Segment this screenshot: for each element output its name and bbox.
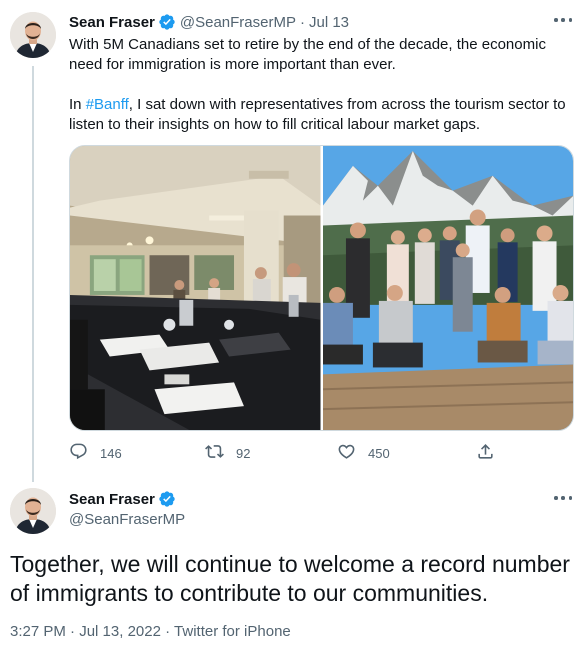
share-button[interactable]	[476, 442, 495, 464]
tweet-header: Sean Fraser @SeanFraserMP	[69, 489, 185, 529]
retweet-icon	[205, 442, 224, 464]
hashtag-link[interactable]: #Banff	[86, 96, 129, 113]
tweet-header: Sean Fraser @SeanFraserMP · Jul 13	[69, 12, 349, 32]
author-name[interactable]: Sean Fraser	[69, 14, 155, 31]
tweet-date[interactable]: Jul 13	[309, 14, 349, 31]
tweet-metadata: 3:27 PM · Jul 13, 2022 · Twitter for iPh…	[10, 623, 291, 640]
media-gallery	[69, 145, 574, 431]
tweet-text: With 5M Canadians set to retire by the e…	[69, 35, 579, 135]
like-count: 450	[368, 445, 390, 461]
separator-dot: ·	[70, 623, 76, 640]
tweet-time[interactable]: 3:27 PM	[10, 623, 66, 640]
retweet-button[interactable]: 92	[205, 442, 250, 464]
reply-count: 146	[100, 445, 122, 461]
more-options-icon[interactable]	[552, 488, 574, 508]
author-name[interactable]: Sean Fraser	[69, 491, 155, 508]
avatar[interactable]	[10, 488, 56, 534]
tweet-text: Together, we will continue to welcome a …	[10, 551, 570, 606]
separator-dot: ·	[165, 623, 171, 640]
like-icon	[337, 442, 356, 464]
more-options-icon[interactable]	[552, 10, 574, 30]
tweet-source[interactable]: Twitter for iPhone	[174, 623, 291, 640]
reply-icon	[69, 442, 88, 464]
tweet-paragraph-1: With 5M Canadians set to retire by the e…	[69, 36, 546, 73]
retweet-count: 92	[236, 445, 251, 461]
share-icon	[476, 442, 495, 464]
avatar[interactable]	[10, 12, 56, 58]
thread-line	[32, 66, 34, 482]
tweet-full-date[interactable]: Jul 13, 2022	[79, 623, 161, 640]
separator-dot: ·	[300, 13, 305, 31]
photo-meeting-room[interactable]	[70, 146, 321, 430]
like-button[interactable]: 450	[337, 442, 390, 464]
text-fragment: In	[69, 96, 86, 113]
tweet-paragraph-2: In #Banff, I sat down with representativ…	[69, 95, 579, 135]
verified-badge-icon	[158, 490, 176, 508]
author-handle[interactable]: @SeanFraserMP	[180, 14, 296, 31]
text-fragment: , I sat down with representatives from a…	[69, 96, 566, 133]
verified-badge-icon	[158, 13, 176, 31]
photo-group-mountains[interactable]	[322, 146, 573, 430]
reply-button[interactable]: 146	[69, 442, 122, 464]
tweet-actions: 146 92 450	[69, 442, 499, 464]
author-handle[interactable]: @SeanFraserMP	[69, 511, 185, 528]
